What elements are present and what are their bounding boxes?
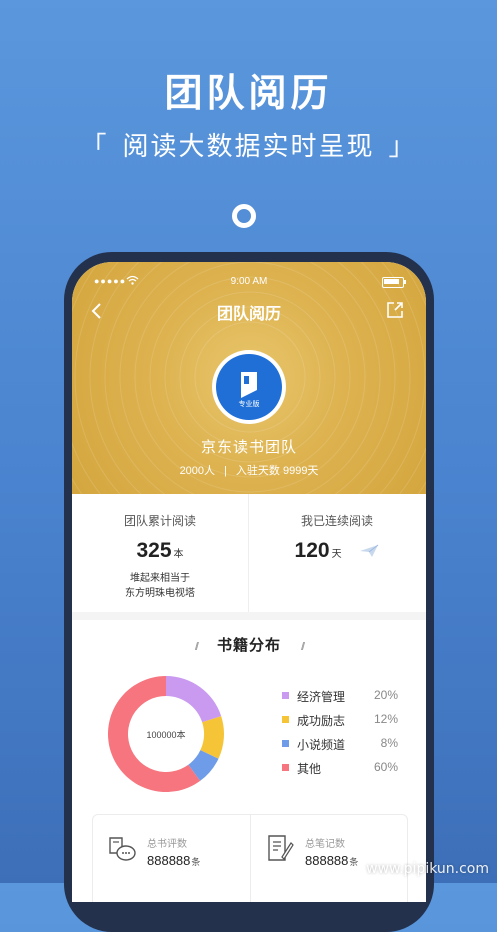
subtitle-bracket-right: 」 (388, 132, 417, 162)
note-count-card[interactable]: 总笔记数 888888条 (250, 815, 408, 902)
legend-percent: 20% (373, 688, 398, 702)
cumulative-value: 325 本 (72, 539, 248, 563)
legend-percent: 60% (373, 760, 398, 774)
cumulative-label: 团队累计阅读 (123, 514, 196, 528)
legend-item: 小说频道 8% (282, 736, 412, 760)
legend-percent: 8% (380, 736, 398, 750)
legend-percent: 12% (373, 712, 398, 726)
donut-center-label: 100000本 (146, 730, 186, 740)
legend-name: 经济管理 (297, 690, 346, 704)
distribution-heading: // 书籍分布 // (72, 634, 426, 655)
member-count: 2000人 (179, 465, 216, 477)
section-divider (72, 612, 426, 620)
legend-item: 成功励志 12% (282, 712, 412, 736)
summary-cards: 总书评数 888888条 总笔记数 888888条 (92, 814, 408, 902)
legend-swatch (282, 764, 289, 771)
legend-item: 其他 60% (282, 760, 412, 784)
promo-subtitle: 「阅读大数据实时呈现」 (0, 126, 497, 163)
legend-swatch (282, 740, 289, 747)
cumulative-reading-stat: 团队累计阅读 325 本 堆起来相当于 东方明珠电视塔 (72, 494, 249, 612)
book-distribution-donut: 100000本 (106, 674, 226, 794)
note-line-2: 东方明珠电视塔 (125, 588, 195, 599)
team-avatar[interactable]: 专业版 (212, 350, 286, 424)
review-count-card[interactable]: 总书评数 888888条 (93, 815, 250, 902)
team-name: 京东读书团队 (200, 439, 297, 456)
note-line-1: 堆起来相当于 (130, 573, 190, 584)
status-bar: ●●●●● 9:00 AM (72, 274, 426, 290)
review-count-unit: 条 (191, 857, 201, 867)
review-count-number: 888888 (147, 853, 191, 868)
note-count-label: 总笔记数 (305, 839, 345, 850)
stats-panel: 团队累计阅读 325 本 堆起来相当于 东方明珠电视塔 我已连续阅读 120 天 (72, 494, 426, 612)
cumulative-note: 堆起来相当于 东方明珠电视塔 (72, 571, 248, 601)
subtitle-bracket-left: 「 (80, 132, 109, 162)
streak-value: 120 天 (249, 539, 425, 563)
distribution-title: 书籍分布 (216, 637, 281, 654)
distribution-legend: 经济管理 20% 成功励志 12% 小说频道 8% 其他 60% (282, 688, 412, 784)
legend-name: 成功励志 (297, 714, 346, 728)
streak-label: 我已连续阅读 (300, 514, 373, 528)
streak-unit: 天 (331, 549, 342, 560)
logo-tag: 专业版 (238, 401, 260, 408)
legend-swatch (282, 716, 289, 723)
cumulative-number: 325 (136, 539, 172, 562)
promo-title: 团队阅历 (164, 71, 333, 115)
ring-icon (232, 204, 256, 228)
note-count-value: 888888条 (305, 853, 358, 868)
note-icon (268, 835, 294, 861)
legend-item: 经济管理 20% (282, 688, 412, 712)
team-meta: 2000人 | 入驻天数 9999天 (72, 462, 426, 478)
cumulative-unit: 本 (173, 549, 184, 560)
legend-swatch (282, 692, 289, 699)
nav-bar: 团队阅历 (72, 298, 426, 323)
team-hero: ●●●●● 9:00 AM 团队阅历 专业版 京东读书团队 2000人 | 入驻… (72, 262, 426, 494)
paper-plane-icon (360, 545, 379, 558)
review-count-label: 总书评数 (147, 839, 187, 850)
status-time: 9:00 AM (230, 276, 268, 287)
slash-deco-right: // (301, 641, 305, 653)
note-count-number: 888888 (305, 853, 349, 868)
days-joined: 入驻天数 9999天 (235, 465, 319, 477)
book-logo-icon (241, 372, 257, 398)
legend-name: 小说频道 (297, 738, 346, 752)
note-count-unit: 条 (349, 857, 359, 867)
app-screen: ●●●●● 9:00 AM 团队阅历 专业版 京东读书团队 2000人 | 入驻… (72, 262, 426, 902)
review-count-value: 888888条 (147, 853, 200, 868)
meta-separator: | (224, 465, 227, 477)
review-icon (109, 837, 136, 861)
slash-deco-left: // (194, 641, 199, 653)
donut-slice (166, 676, 222, 723)
subtitle-text: 阅读大数据实时呈现 (122, 132, 375, 162)
watermark: www.pipikun.com (366, 861, 489, 877)
legend-name: 其他 (297, 762, 322, 776)
nav-title: 团队阅历 (216, 306, 281, 323)
streak-stat: 我已连续阅读 120 天 (249, 494, 425, 612)
share-icon[interactable] (386, 301, 404, 319)
streak-number: 120 (294, 539, 330, 562)
team-logo: 专业版 (216, 354, 282, 420)
battery-icon (382, 277, 406, 288)
